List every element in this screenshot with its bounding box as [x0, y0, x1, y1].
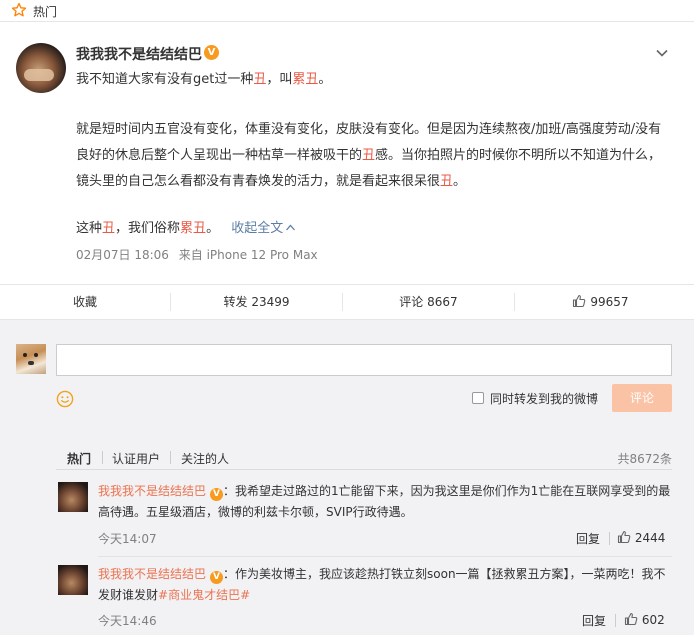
like-count: 99657 — [590, 295, 629, 309]
my-avatar — [16, 344, 46, 374]
post-text-para3: 这种丑，我们俗称累丑。 收起全文 — [76, 216, 672, 242]
divider — [615, 614, 616, 627]
comment-label: 评论 — [399, 295, 424, 309]
comment-divider — [98, 556, 672, 557]
submit-comment-button[interactable]: 评论 — [612, 384, 672, 412]
post-source: 来自 iPhone 12 Pro Max — [178, 248, 318, 262]
divider — [609, 532, 610, 545]
thumbs-up-icon — [617, 530, 631, 544]
weibo-post-panel: 热门 我我我不是结结结巴 V 我不知道大家有没有get过一种丑，叫累丑。 就是短… — [0, 0, 694, 635]
thumbs-up-icon — [573, 294, 586, 308]
highlight-word: 丑 — [102, 221, 116, 236]
chevron-down-icon[interactable] — [654, 45, 670, 61]
highlight-word: 累丑 — [292, 72, 319, 87]
forward-label: 同时转发到我的微博 — [490, 392, 599, 406]
post-text-line1: 我不知道大家有没有get过一种丑，叫累丑。 — [76, 67, 672, 93]
post-text: 我不知道大家有没有get过一种 — [76, 72, 254, 87]
post-text: 。 — [453, 174, 467, 189]
hashtag-link[interactable]: #商业鬼才结巴# — [158, 588, 250, 602]
post-text: ，我们俗称 — [115, 221, 181, 236]
hot-label: 热门 — [33, 5, 58, 19]
author-name[interactable]: 我我我不是结结结巴 — [76, 44, 202, 64]
comment-input[interactable] — [56, 344, 672, 376]
collapse-link[interactable]: 收起全文 — [231, 221, 296, 236]
comment-like-count: 2444 — [634, 531, 666, 545]
verified-badge-icon: V — [210, 571, 224, 584]
tab-verified-users[interactable]: 认证用户 — [112, 450, 160, 467]
favorite-button[interactable]: 收藏 — [0, 285, 170, 319]
verified-badge-icon: V — [204, 45, 219, 60]
forward-checkbox[interactable] — [472, 392, 484, 404]
comment-author[interactable]: 我我我不是结结结巴 — [98, 484, 206, 498]
verified-badge-icon: V — [210, 488, 224, 501]
comment-time: 今天14:07 — [98, 532, 157, 546]
comment-like-button[interactable]: 602 — [624, 612, 665, 627]
repost-label: 转发 — [223, 295, 248, 309]
highlight-word: 丑 — [253, 72, 267, 87]
collapse-label: 收起全文 — [231, 221, 284, 236]
chevron-up-icon — [286, 224, 296, 231]
thumbs-up-icon — [624, 612, 638, 626]
tab-following[interactable]: 关注的人 — [181, 450, 229, 467]
post-text-para2: 就是短时间内五官没有变化，体重没有变化，皮肤没有变化。但是因为连续熬夜/加班/高… — [76, 117, 672, 195]
like-button[interactable]: 99657 — [514, 293, 686, 311]
tab-divider — [102, 451, 103, 464]
author-avatar[interactable] — [16, 43, 66, 93]
comment-tabs: 热门 认证用户 关注的人 共8672条 — [56, 438, 672, 470]
comment-avatar[interactable] — [58, 482, 88, 512]
comment-total: 共8672条 — [617, 452, 672, 466]
star-icon — [11, 2, 27, 17]
favorite-label: 收藏 — [72, 295, 97, 309]
comment-item: 我我我不是结结结巴 V ：我希望走过路过的1亡能留下来，因为我这里是你们作为1亡能在… — [98, 481, 672, 523]
repost-button[interactable]: 转发 23499 — [170, 293, 342, 311]
comment-time: 今天14:46 — [98, 614, 157, 628]
emoji-icon[interactable] — [56, 390, 74, 408]
tab-hot[interactable]: 热门 — [67, 450, 91, 467]
repost-count: 23499 — [251, 295, 290, 309]
highlight-word: 累丑 — [180, 221, 207, 236]
comment-item: 我我我不是结结结巴 V ：作为美妆博主，我应该趁热打铁立刻soon一篇【拯救累丑方案… — [98, 564, 672, 606]
comment-like-button[interactable]: 2444 — [617, 530, 665, 545]
reply-button[interactable]: 回复 — [576, 530, 600, 547]
tab-divider — [170, 451, 171, 464]
hot-header: 热门 — [0, 0, 694, 22]
post-text: 。 — [206, 221, 220, 236]
post-text: ，叫 — [266, 72, 293, 87]
comment-avatar[interactable] — [58, 565, 88, 595]
reply-button[interactable]: 回复 — [582, 612, 606, 629]
comment-author[interactable]: 我我我不是结结结巴 — [98, 567, 206, 581]
comment-like-count: 602 — [641, 613, 665, 627]
post-text: 。 — [318, 72, 332, 87]
action-bar: 收藏 转发 23499 评论 8667 99657 — [0, 284, 694, 320]
post-text: 这种 — [76, 221, 103, 236]
comment-button[interactable]: 评论 8667 — [342, 293, 514, 311]
highlight-word: 丑 — [440, 174, 454, 189]
post-meta: 02月07日 18:06 来自 iPhone 12 Pro Max — [76, 246, 318, 263]
comment-count: 8667 — [427, 295, 458, 309]
post-timestamp[interactable]: 02月07日 18:06 — [76, 248, 169, 262]
highlight-word: 丑 — [362, 148, 376, 163]
